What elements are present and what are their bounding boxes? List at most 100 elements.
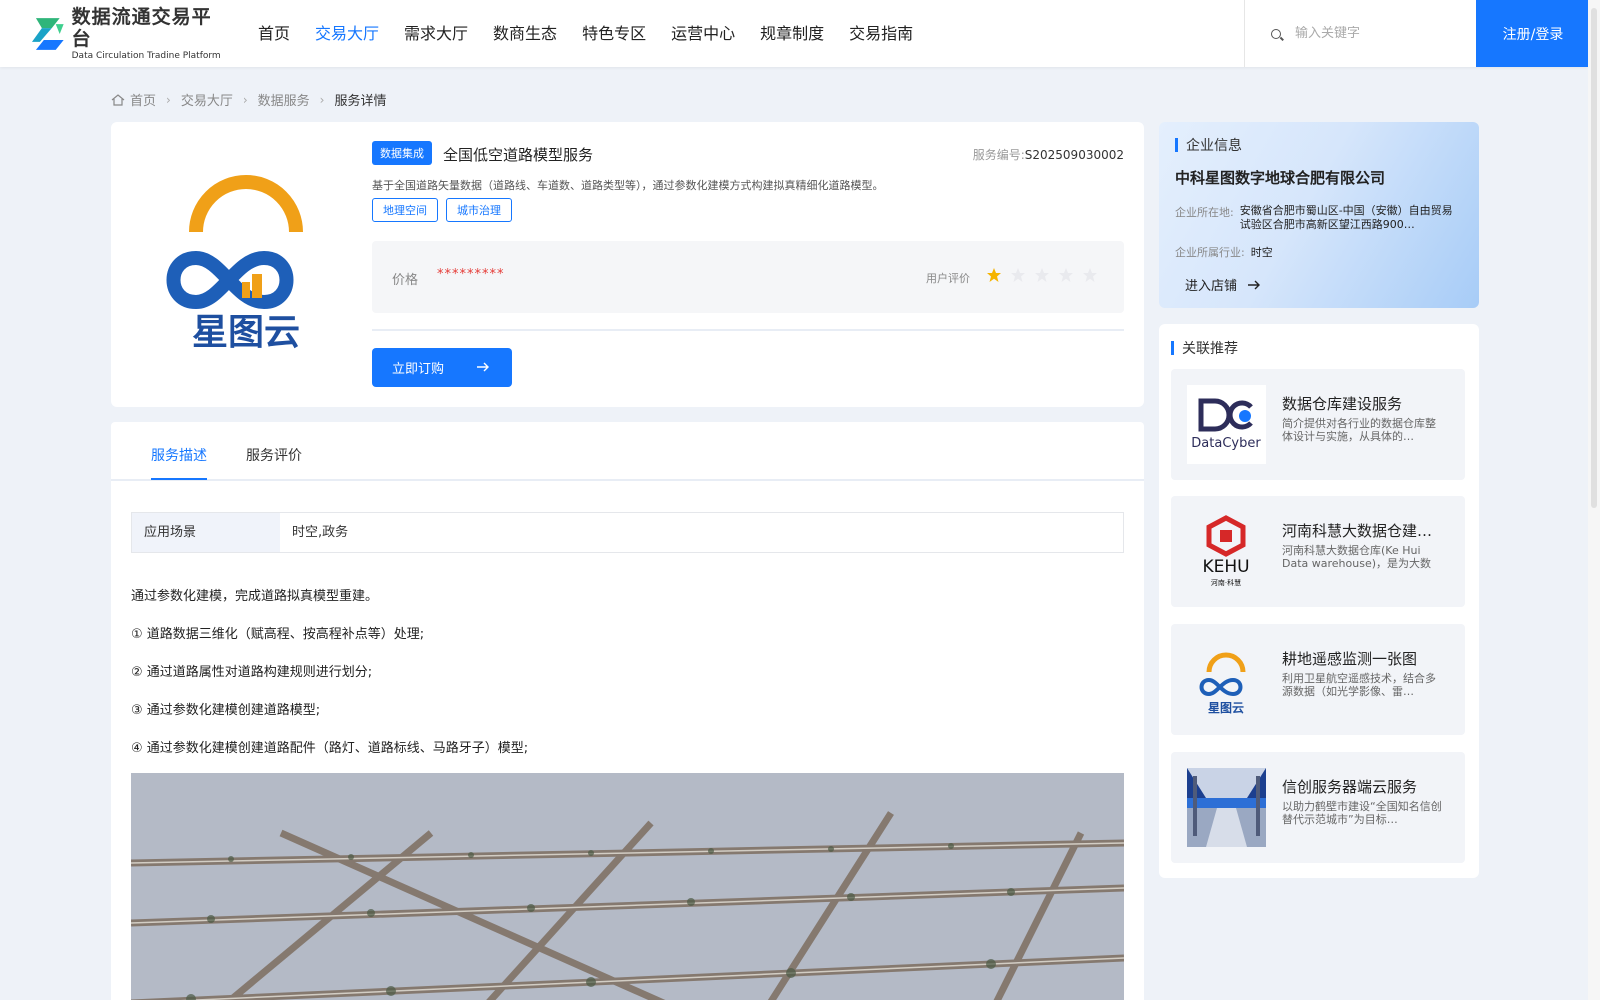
xingtuyun-logo: 星图云 — [166, 175, 303, 352]
road-model-image — [131, 773, 1124, 1000]
description-line: ② 通过道路属性对道路构建规则进行划分; — [131, 665, 373, 680]
company-address-row: 企业所在地: 安徽省合肥市蜀山区-中国（安徽）自由贸易试验区合肥市高新区望江西路… — [1175, 204, 1454, 232]
service-number-value: S202509030002 — [1024, 148, 1124, 162]
tag-city-governance[interactable]: 城市治理 — [446, 198, 512, 222]
rec-item[interactable]: KEHU 河南·科慧 河南科慧大数据仓建… 河南科慧大数据仓库(Ke Hui D… — [1171, 496, 1465, 607]
company-industry-row: 企业所属行业: 时空 — [1175, 244, 1273, 260]
breadcrumb-trading-hall[interactable]: 交易大厅 — [181, 90, 233, 109]
nav-special-zone[interactable]: 特色专区 — [582, 0, 646, 67]
price-value: ********* — [437, 267, 505, 282]
arrow-right-icon — [1248, 280, 1261, 289]
order-now-button[interactable]: 立即订购 — [372, 348, 512, 387]
product-title: 全国低空道路模型服务 — [443, 146, 594, 164]
login-register-button[interactable]: 注册/登录 — [1476, 0, 1590, 67]
rec-title: 信创服务器端云服务 — [1282, 778, 1418, 796]
tab-service-reviews[interactable]: 服务评价 — [246, 445, 302, 465]
page-scrollbar[interactable] — [1588, 0, 1600, 1000]
breadcrumb-home[interactable]: 首页 — [130, 90, 156, 109]
nav-ecosystem[interactable]: 数商生态 — [493, 0, 557, 67]
logo-subtitle: Data Circulation Tradine Platform — [71, 50, 221, 61]
kehui-logo: KEHU 河南·科慧 — [1187, 512, 1266, 591]
nav-trading-hall[interactable]: 交易大厅 — [315, 0, 379, 67]
svg-text:DataCyber: DataCyber — [1191, 436, 1261, 451]
rec-item[interactable]: 星图云 耕地遥感监测一张图 利用卫星航空遥感技术，结合多源数据（如光学影像、雷… — [1171, 624, 1465, 735]
enter-shop-label: 进入店铺 — [1185, 279, 1238, 294]
xingtuyun-logo: 星图云 — [1187, 640, 1266, 719]
recommendation-card: 关联推荐 DataCyber 数据仓库建设服务 简介提供对各行业的数据仓库整体设… — [1159, 324, 1479, 878]
product-card: 星图云 数据集成 全国低空道路模型服务 服务编号:S202509030002 基… — [111, 122, 1144, 407]
company-name[interactable]: 中科星图数字地球合肥有限公司 — [1175, 167, 1385, 188]
address-label: 企业所在地: — [1175, 206, 1234, 219]
divider — [372, 329, 1124, 331]
industry-value: 时空 — [1250, 246, 1273, 259]
company-info-card: 企业信息 中科星图数字地球合肥有限公司 企业所在地: 安徽省合肥市蜀山区-中国（… — [1159, 122, 1479, 308]
platform-logo[interactable]: 数据流通交易平台 Data Circulation Tradine Platfo… — [30, 6, 230, 61]
category-tag: 数据集成 — [372, 141, 432, 165]
chevron-right-icon: › — [242, 92, 248, 107]
product-description: 基于全国道路矢量数据（道路线、车道数、道路类型等），通过参数化建模方式构建拟真精… — [372, 179, 884, 192]
service-number: 服务编号:S202509030002 — [973, 146, 1124, 163]
price-box: 价格 ********* 用户评价 — [372, 241, 1124, 313]
tab-bar: 服务描述 服务评价 — [111, 422, 1144, 481]
service-number-label: 服务编号: — [972, 148, 1025, 162]
rec-description: 以助力鹤壁市建设“全国知名信创替代示范城市”为目标… — [1282, 800, 1442, 826]
chevron-right-icon: › — [166, 92, 171, 107]
svg-text:河南·科慧: 河南·科慧 — [1211, 578, 1241, 587]
star-empty-icon — [1011, 268, 1025, 282]
breadcrumb-data-service[interactable]: 数据服务 — [258, 90, 310, 109]
search-icon[interactable] — [1271, 28, 1281, 39]
search-input[interactable] — [1295, 26, 1465, 41]
content-card: 服务描述 服务评价 应用场景 时空,政务 通过参数化建模，完成道路拟真模型重建。… — [111, 422, 1144, 1000]
rec-item[interactable]: DataCyber 数据仓库建设服务 简介提供对各行业的数据仓库整体设计与实施，… — [1171, 369, 1465, 480]
nav-home[interactable]: 首页 — [258, 0, 290, 67]
svg-text:KEHU: KEHU — [1202, 557, 1249, 577]
nav-regulations[interactable]: 规章制度 — [760, 0, 824, 67]
address-value: 安徽省合肥市蜀山区-中国（安徽）自由贸易试验区合肥市高新区望江西路900… — [1239, 204, 1453, 231]
rec-title: 数据仓库建设服务 — [1282, 395, 1403, 413]
enter-shop-link[interactable]: 进入店铺 — [1185, 275, 1261, 294]
application-scene-row: 应用场景 时空,政务 — [131, 512, 1124, 553]
service-description: 通过参数化建模，完成道路拟真模型重建。 ① 道路数据三维化（赋高程、按高程补点等… — [131, 587, 1124, 777]
description-line: ③ 通过参数化建模创建道路模型; — [131, 703, 321, 718]
description-line: ① 道路数据三维化（赋高程、按高程补点等）处理; — [131, 627, 425, 642]
chevron-right-icon: › — [319, 92, 325, 107]
active-tab-underline — [151, 478, 207, 480]
svg-text:星图云: 星图云 — [1208, 701, 1244, 715]
rec-description: 简介提供对各行业的数据仓库整体设计与实施，从具体的… — [1282, 417, 1436, 443]
description-line: 通过参数化建模，完成道路拟真模型重建。 — [131, 589, 379, 604]
logo-mark-icon — [31, 18, 64, 50]
breadcrumb-current: 服务详情 — [334, 94, 387, 109]
rec-description: 利用卫星航空遥感技术，结合多源数据（如光学影像、雷… — [1282, 672, 1436, 698]
recommend-section-title: 关联推荐 — [1171, 338, 1238, 358]
search-box — [1244, 0, 1476, 67]
main-nav: 首页 交易大厅 需求大厅 数商生态 特色专区 运营中心 规章制度 交易指南 — [258, 0, 938, 67]
tab-service-description[interactable]: 服务描述 — [151, 445, 207, 465]
rec-description: 河南科慧大数据仓库(Ke Hui Data warehouse)，是为大数据… — [1282, 544, 1432, 570]
product-logo-text: 星图云 — [192, 312, 300, 352]
star-empty-icon — [1059, 268, 1073, 282]
tag-row: 地理空间 城市治理 — [372, 198, 520, 222]
scene-key: 应用场景 — [132, 513, 280, 552]
home-icon — [111, 93, 125, 106]
rec-item[interactable]: 信创服务器端云服务 以助力鹤壁市建设“全国知名信创替代示范城市”为目标… — [1171, 752, 1465, 863]
rating-label: 用户评价 — [926, 272, 970, 285]
order-now-label: 立即订购 — [392, 362, 445, 377]
breadcrumb: 首页 › 交易大厅 › 数据服务 › 服务详情 — [111, 90, 387, 109]
tag-geo-space[interactable]: 地理空间 — [372, 198, 438, 222]
scrollbar-thumb[interactable] — [1591, 8, 1597, 508]
rating-stars — [986, 267, 1106, 283]
star-filled-icon — [987, 268, 1001, 282]
description-line: ④ 通过参数化建模创建道路配件（路灯、道路标线、马路牙子）模型; — [131, 741, 529, 756]
star-empty-icon — [1083, 268, 1097, 282]
scene-value: 时空,政务 — [292, 525, 349, 540]
datacyber-logo: DataCyber — [1187, 385, 1266, 464]
rec-title: 耕地遥感监测一张图 — [1282, 650, 1418, 668]
price-label: 价格 — [392, 273, 419, 288]
nav-trading-guide[interactable]: 交易指南 — [849, 0, 913, 67]
nav-operation-center[interactable]: 运营中心 — [671, 0, 735, 67]
star-empty-icon — [1035, 268, 1049, 282]
industry-label: 企业所属行业: — [1175, 246, 1245, 259]
server-room-photo — [1187, 768, 1266, 847]
nav-demand-hall[interactable]: 需求大厅 — [404, 0, 468, 67]
arrow-right-icon — [477, 362, 489, 372]
